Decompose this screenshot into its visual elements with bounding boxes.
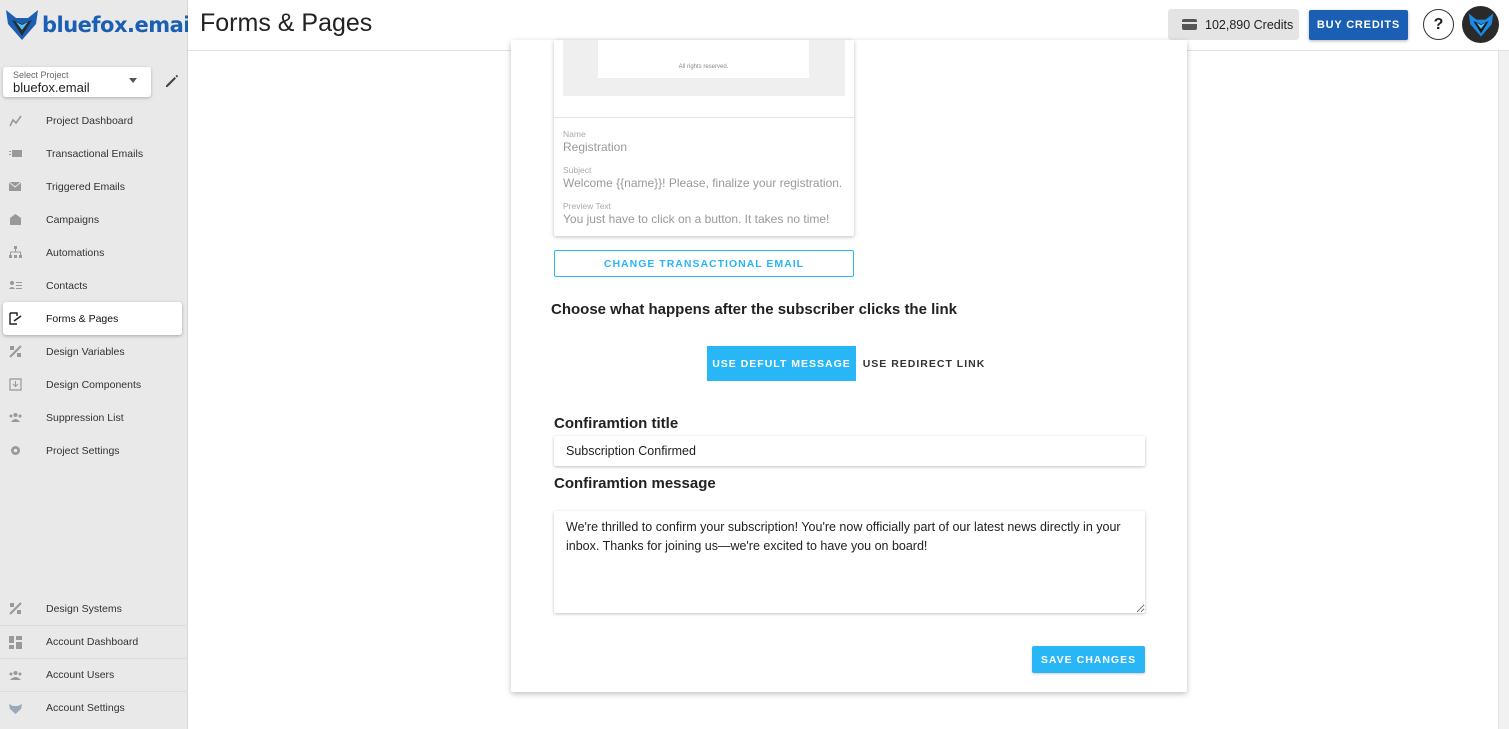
sidebar-item-label: Campaigns <box>46 213 100 226</box>
after-click-heading: Choose what happens after the subscriber… <box>551 301 957 318</box>
credits-badge[interactable]: 102,890 Credits <box>1168 9 1299 40</box>
logo[interactable]: bluefox.email <box>4 6 197 44</box>
email-preview-text-label: Preview Text <box>563 201 612 211</box>
preview-divider <box>554 117 854 118</box>
confirmation-title-label: Confiramtion title <box>554 415 679 432</box>
campaign-icon <box>10 214 21 225</box>
sidebar-nav: Project Dashboard Transactional Emails T… <box>0 104 188 467</box>
fox-logo-icon <box>6 10 38 40</box>
sidebar-item-label: Account Dashboard <box>46 636 139 648</box>
email-name: Name Registration <box>563 129 627 155</box>
sidebar-item-label: Transactional Emails <box>46 147 144 160</box>
sidebar-item-label: Account Users <box>46 669 115 681</box>
sidebar-item-label: Project Settings <box>46 444 120 457</box>
use-default-message-button[interactable]: USE DEFULT MESSAGE <box>707 346 856 381</box>
sidebar-item-label: Suppression List <box>46 411 124 424</box>
save-changes-button[interactable]: SAVE CHANGES <box>1032 646 1145 673</box>
form-settings-card: All rights reserved. Name Registration S… <box>511 40 1187 692</box>
sidebar-item-campaigns[interactable]: Campaigns <box>0 203 188 236</box>
design-components-icon <box>9 378 22 391</box>
transactional-email-preview: All rights reserved. Name Registration S… <box>554 40 854 236</box>
sidebar-item-label: Design Variables <box>46 345 125 358</box>
sidebar-item-account-settings[interactable]: Account Settings <box>0 691 188 724</box>
use-redirect-link-button[interactable]: USE REDIRECT LINK <box>860 346 988 381</box>
email-subject: Subject Welcome {{name}}! Please, finali… <box>563 165 842 191</box>
sidebar-item-transactional-emails[interactable]: Transactional Emails <box>0 137 188 170</box>
sidebar-item-label: Account Settings <box>46 702 125 714</box>
email-thumbnail: All rights reserved. <box>563 40 845 96</box>
email-preview-text: Preview Text You just have to click on a… <box>563 201 829 227</box>
sidebar-item-account-users[interactable]: Account Users <box>0 658 188 691</box>
sidebar-item-project-settings[interactable]: Project Settings <box>0 434 188 467</box>
sidebar-item-label: Contacts <box>46 279 88 292</box>
chevron-down-icon <box>129 78 137 83</box>
sidebar-item-label: Forms & Pages <box>46 312 119 325</box>
page-scrollbar[interactable] <box>1498 51 1509 729</box>
suppression-icon <box>9 413 22 422</box>
buy-credits-button[interactable]: BUY CREDITS <box>1309 10 1408 40</box>
triggered-email-icon <box>9 181 22 191</box>
sidebar-item-label: Design Systems <box>46 602 122 615</box>
dashboard-icon <box>9 636 22 649</box>
credits-label: 102,890 Credits <box>1205 17 1294 32</box>
sidebar-item-automations[interactable]: Automations <box>0 236 188 269</box>
email-thumbnail-footer: All rights reserved. <box>678 64 729 70</box>
sidebar-item-triggered-emails[interactable]: Triggered Emails <box>0 170 188 203</box>
help-icon: ? <box>1433 15 1444 33</box>
fox-avatar-icon <box>1468 13 1493 36</box>
email-name-value: Registration <box>563 140 628 154</box>
design-variables-icon <box>9 345 22 358</box>
sidebar-item-contacts[interactable]: Contacts <box>0 269 188 302</box>
email-thumbnail-body: All rights reserved. <box>598 40 809 78</box>
sidebar-item-design-variables[interactable]: Design Variables <box>0 335 188 368</box>
sidebar-item-design-systems[interactable]: Design Systems <box>0 592 188 625</box>
avatar[interactable] <box>1462 6 1499 43</box>
email-subject-label: Subject <box>563 165 592 175</box>
contacts-icon <box>9 281 22 289</box>
transactional-email-icon <box>9 150 22 157</box>
chart-icon <box>9 115 22 127</box>
sidebar-item-account-dashboard[interactable]: Account Dashboard <box>0 625 188 658</box>
logo-text: bluefox.email <box>42 13 197 37</box>
sidebar: bluefox.email Select Project bluefox.ema… <box>0 0 197 729</box>
sidebar-item-design-components[interactable]: Design Components <box>0 368 188 401</box>
project-select-label: Select Project <box>13 70 69 80</box>
forms-icon <box>9 312 22 325</box>
confirmation-message-label: Confiramtion message <box>554 475 716 492</box>
pencil-icon[interactable] <box>163 72 181 90</box>
confirmation-message-textarea[interactable]: We're thrilled to confirm your subscript… <box>554 511 1145 613</box>
automation-icon <box>9 246 22 258</box>
users-icon <box>9 671 22 680</box>
sidebar-item-label: Project Dashboard <box>46 114 133 127</box>
account-settings-icon <box>9 704 22 714</box>
design-systems-icon <box>9 602 22 615</box>
sidebar-account-nav: Design Systems Account Dashboard Account… <box>0 592 188 724</box>
help-button[interactable]: ? <box>1423 9 1454 40</box>
sidebar-item-label: Triggered Emails <box>46 180 125 193</box>
change-transactional-email-button[interactable]: CHANGE TRANSACTIONAL EMAIL <box>554 250 854 277</box>
sidebar-item-label: Design Components <box>46 378 142 391</box>
sidebar-item-suppression-list[interactable]: Suppression List <box>0 401 188 434</box>
sidebar-item-project-dashboard[interactable]: Project Dashboard <box>0 104 188 137</box>
email-name-label: Name <box>563 129 586 139</box>
gear-icon <box>11 446 20 455</box>
page-title: Forms & Pages <box>200 9 373 37</box>
project-select-value: bluefox.email <box>13 80 90 95</box>
credit-card-icon <box>1182 19 1197 30</box>
sidebar-item-forms-pages[interactable]: Forms & Pages <box>3 302 182 335</box>
project-select[interactable]: Select Project bluefox.email <box>3 67 151 97</box>
confirmation-title-input[interactable] <box>554 436 1145 466</box>
sidebar-item-label: Automations <box>46 246 105 259</box>
email-subject-value: Welcome {{name}}! Please, finalize your … <box>563 176 843 190</box>
email-preview-text-value: You just have to click on a button. It t… <box>563 212 830 226</box>
